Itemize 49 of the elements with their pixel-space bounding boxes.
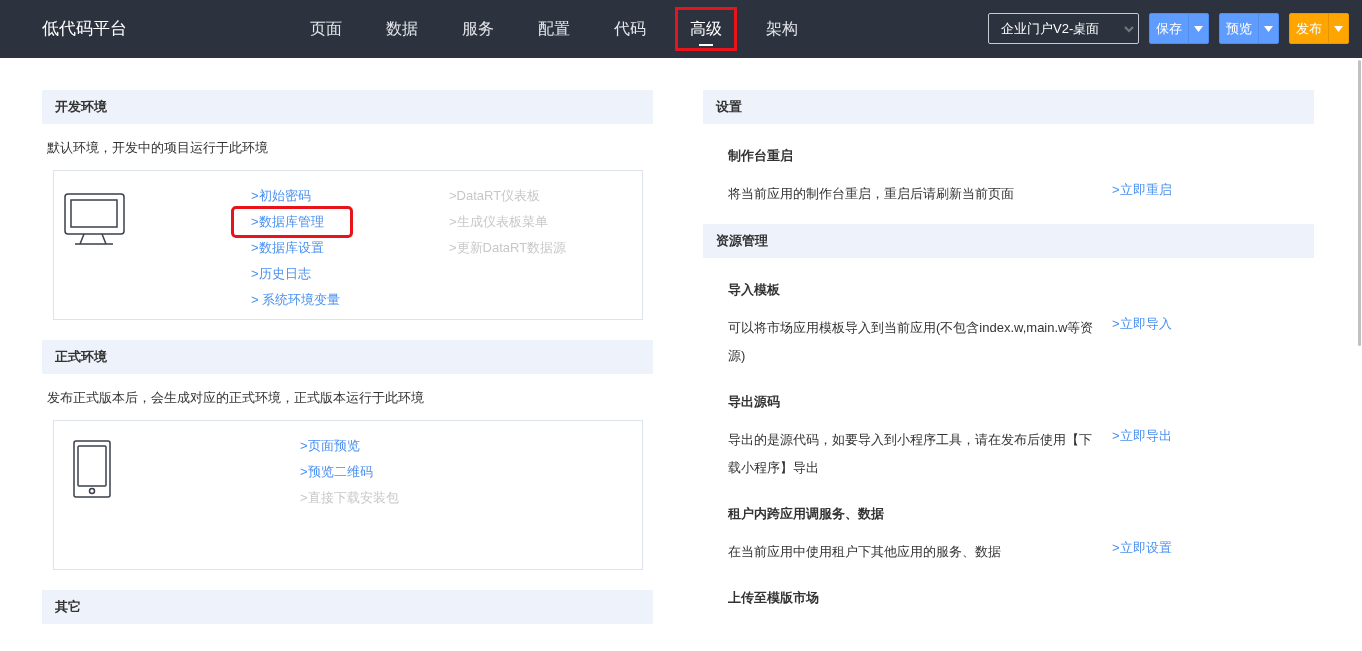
nav-tab[interactable]: 架构 <box>744 0 820 58</box>
item-title: 制作台重启 <box>728 147 794 165</box>
section-header: 资源管理 <box>703 224 1314 258</box>
caret-down-icon <box>1194 25 1203 32</box>
caret-down-icon <box>1264 25 1273 32</box>
link[interactable]: >初始密码 <box>250 183 312 209</box>
link[interactable]: >数据库管理 <box>234 209 350 235</box>
section-header: 开发环境 <box>42 90 653 124</box>
section-description: 发布正式版本后，会生成对应的正式环境，正式版本运行于此环境 <box>47 389 425 407</box>
nav-tab[interactable]: 服务 <box>440 0 516 58</box>
chevron-down-icon <box>1124 24 1134 33</box>
item-description: 导出的是源代码，如要导入到小程序工具，请在发布后使用【下载小程序】导出 <box>728 431 1093 477</box>
action-link[interactable]: >立即重启 <box>1112 180 1172 200</box>
split-button[interactable]: 预览 <box>1219 13 1279 44</box>
link[interactable]: >数据库设置 <box>250 235 325 261</box>
nav-tab[interactable]: 配置 <box>516 0 592 58</box>
nav-tab[interactable]: 数据 <box>364 0 440 58</box>
action-link[interactable]: >立即设置 <box>1112 538 1172 558</box>
link[interactable]: >页面预览 <box>299 433 361 459</box>
link[interactable]: >预览二维码 <box>299 459 374 485</box>
scrollbar[interactable] <box>1358 60 1361 346</box>
item-title: 导出源码 <box>728 393 781 411</box>
tablet-icon <box>73 440 111 498</box>
button-label[interactable]: 发布 <box>1290 14 1328 43</box>
section-header: 正式环境 <box>42 340 653 374</box>
split-button[interactable]: 保存 <box>1149 13 1209 44</box>
item-description: 将当前应用的制作台重启，重启后请刷新当前页面 <box>728 185 1015 203</box>
monitor-icon <box>64 193 125 246</box>
button-label[interactable]: 保存 <box>1150 14 1188 43</box>
item-title: 租户内跨应用调服务、数据 <box>728 505 885 523</box>
action-link[interactable]: >立即导出 <box>1112 426 1172 446</box>
item-description: 可以将市场应用模板导入到当前应用(不包含index.w,main.w等资源) <box>728 319 1095 365</box>
link[interactable]: > 系统环境变量 <box>250 287 342 313</box>
item-title: 上传至模版市场 <box>728 589 820 607</box>
link[interactable]: >历史日志 <box>250 261 312 287</box>
app-logo: 低代码平台 <box>42 18 127 41</box>
split-button[interactable]: 发布 <box>1289 13 1349 44</box>
button-label[interactable]: 预览 <box>1220 14 1258 43</box>
action-link[interactable]: >立即导入 <box>1112 314 1172 334</box>
section-description: 默认环境，开发中的项目运行于此环境 <box>47 139 269 157</box>
caret-down-icon <box>1334 25 1343 32</box>
nav-tab[interactable]: 高级 <box>668 0 744 58</box>
nav-tab[interactable]: 页面 <box>288 0 364 58</box>
item-description: 在当前应用中使用租户下其他应用的服务、数据 <box>728 543 1002 561</box>
section-header: 设置 <box>703 90 1314 124</box>
app-select[interactable]: 企业门户V2-桌面 <box>988 13 1139 44</box>
nav-tab[interactable]: 代码 <box>592 0 668 58</box>
item-title: 导入模板 <box>728 281 781 299</box>
section-header: 其它 <box>42 590 653 624</box>
